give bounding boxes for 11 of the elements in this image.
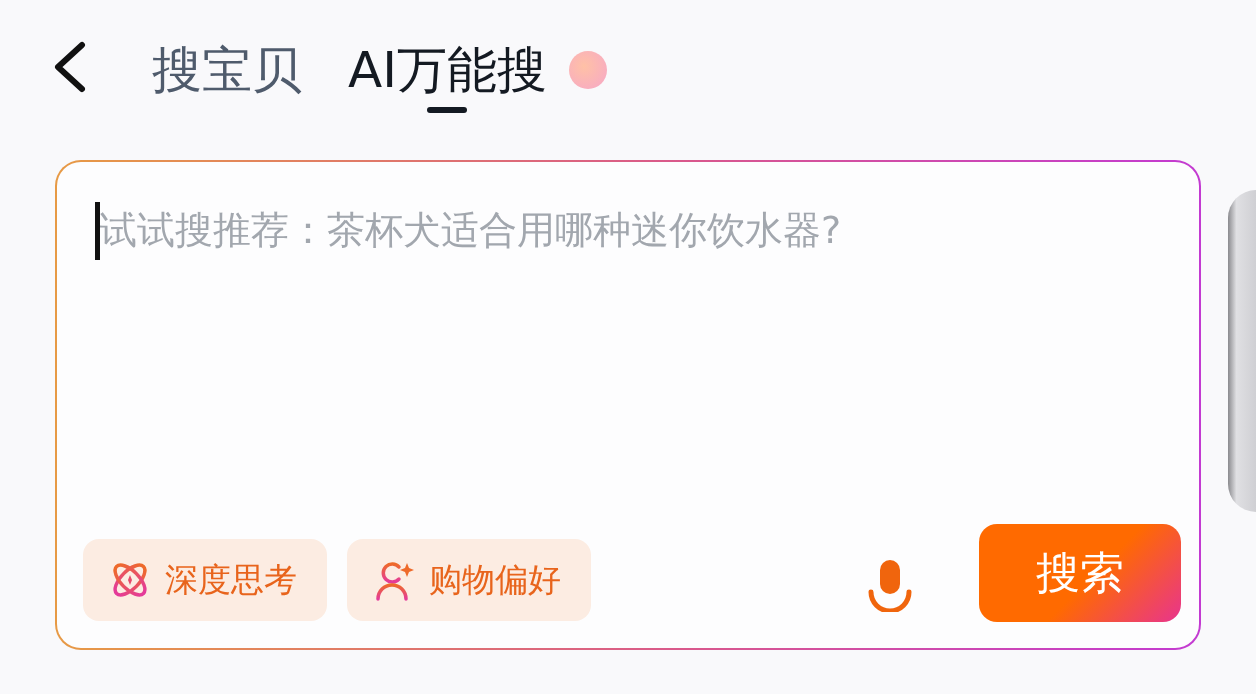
search-button[interactable]: 搜索: [979, 524, 1181, 622]
tab[interactable]: 搜宝贝: [152, 27, 302, 113]
back-icon[interactable]: [52, 41, 88, 93]
microphone-icon[interactable]: [867, 558, 913, 612]
option-chip[interactable]: 购物偏好: [347, 539, 591, 621]
option-chip[interactable]: 深度思考: [83, 539, 327, 621]
search-field[interactable]: 试试搜推荐：茶杯犬适合用哪种迷你饮水器? 深度思考 购物偏好 搜索: [55, 160, 1201, 650]
status-dot: [568, 51, 607, 89]
text-cursor: [95, 202, 100, 260]
user-sparkle-icon: [373, 559, 415, 601]
tab[interactable]: AI万能搜: [348, 27, 547, 113]
